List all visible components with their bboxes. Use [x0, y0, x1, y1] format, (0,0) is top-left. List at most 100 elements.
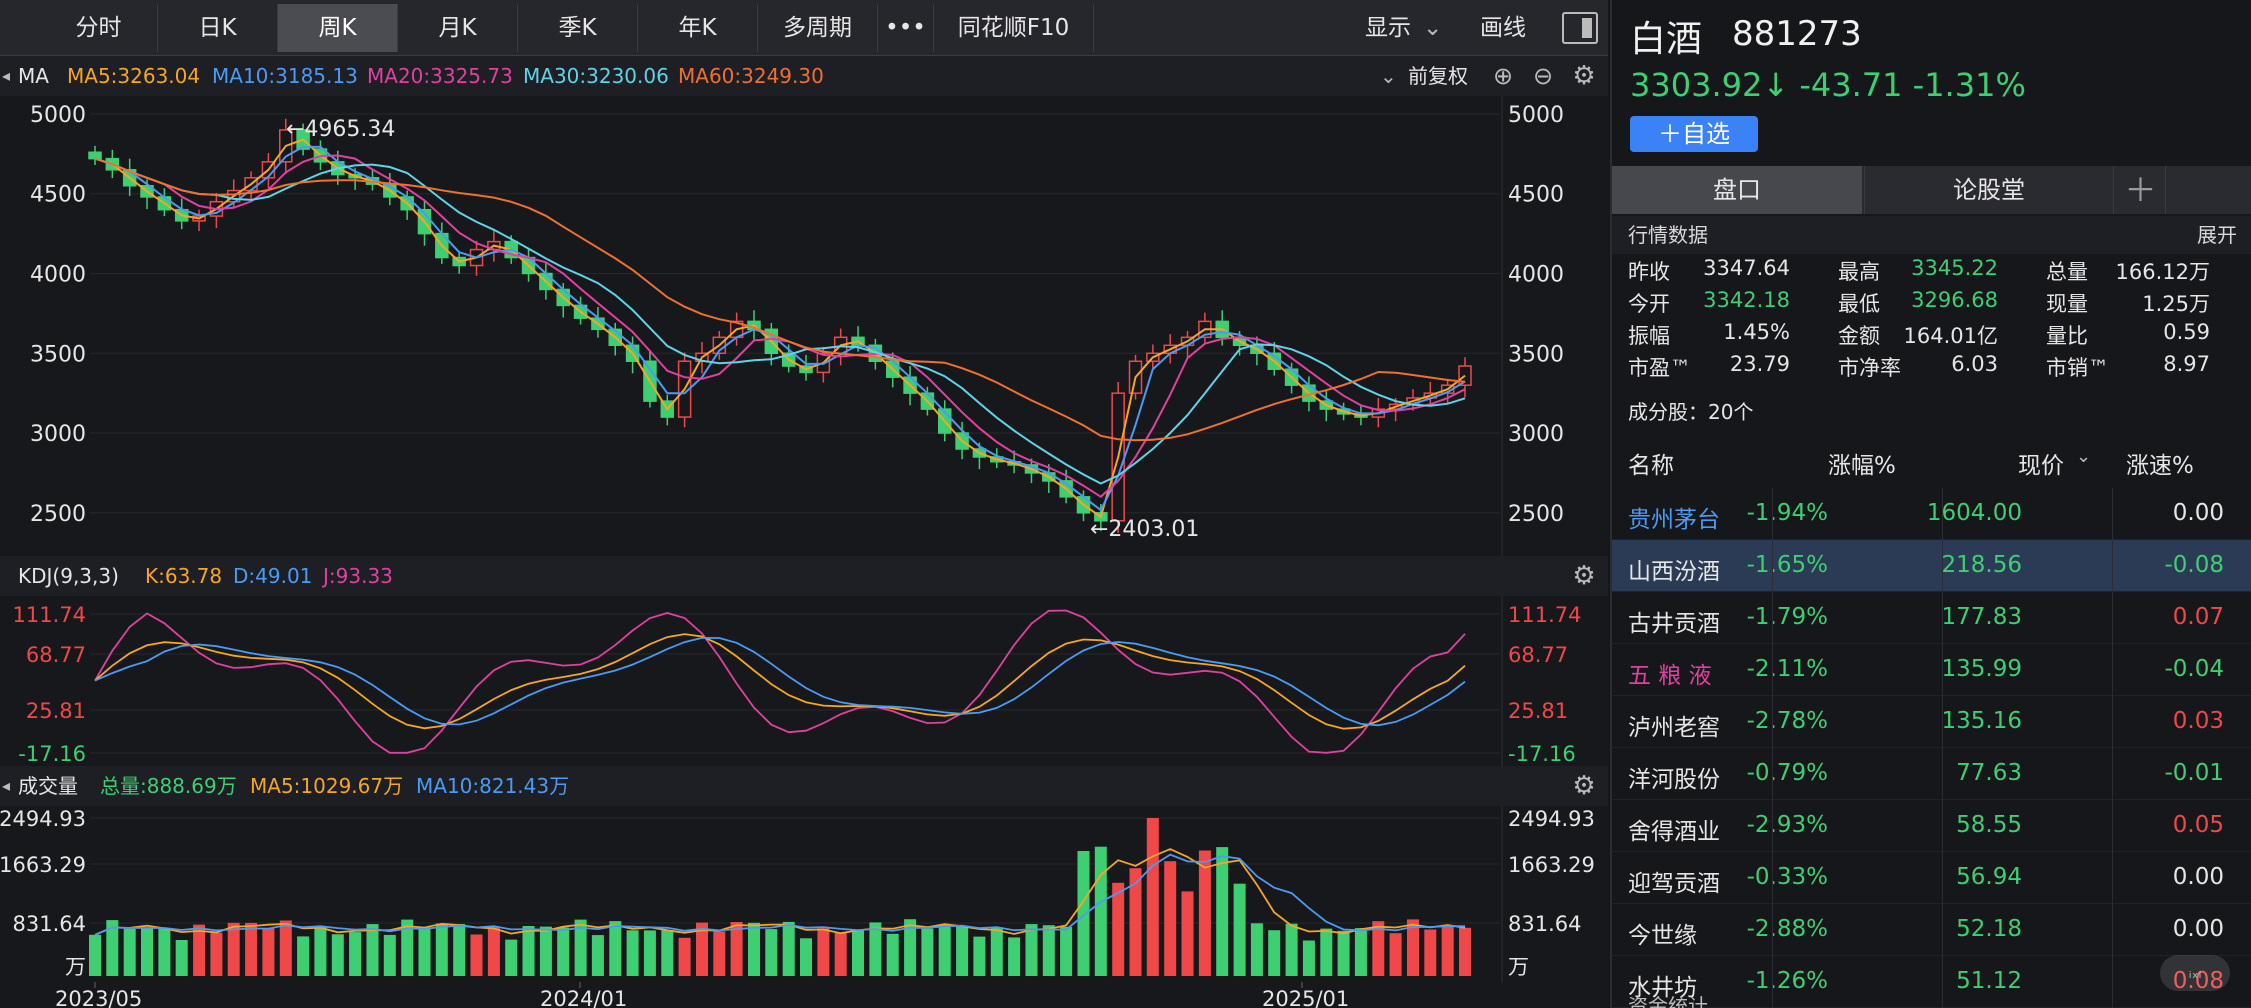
tab-multi-period[interactable]: 多周期: [758, 4, 878, 52]
col-change[interactable]: 涨幅%: [1828, 446, 1896, 480]
tab-week-k[interactable]: 周K: [278, 4, 398, 52]
expand-button[interactable]: 展开: [2197, 216, 2237, 254]
list-item[interactable]: 洋河股份 -0.79% 77.63 -0.01: [1612, 748, 2251, 800]
list-item[interactable]: 五 粮 液 -2.11% 135.99 -0.04: [1612, 644, 2251, 696]
volume-bar: [158, 928, 171, 976]
price-axis-label-left: 3000: [30, 422, 86, 447]
kdj-axis-label-right: -17.16: [1508, 742, 1576, 766]
stock-name-cell: 贵州茅台: [1628, 507, 1720, 533]
column-divider: [2112, 800, 2113, 852]
chevron-down-icon[interactable]: ⌄: [1380, 56, 1397, 96]
volume-bar: [210, 932, 223, 976]
change-cell: -2.93%: [1746, 812, 1828, 838]
volume-bar: [1042, 925, 1055, 976]
volume-bar: [1025, 924, 1038, 976]
column-divider: [1772, 540, 1773, 592]
candlestick-chart[interactable]: 5000 5000 4500 4500 4000 4000 3500 3500 3000 3000…: [0, 96, 1608, 556]
display-dropdown[interactable]: 显示 ⌄: [1365, 4, 1442, 52]
add-favorite-button[interactable]: ＋自选: [1630, 116, 1758, 152]
tab-day-k[interactable]: 日K: [158, 4, 278, 52]
tab-fenshi[interactable]: 分时: [40, 4, 158, 52]
draw-line-button[interactable]: 画线: [1480, 4, 1526, 52]
column-divider: [1942, 748, 1943, 800]
list-item[interactable]: 泸州老窖 -2.78% 135.16 0.03: [1612, 696, 2251, 748]
volume-bar: [1441, 926, 1454, 976]
gear-icon[interactable]: ⚙: [1571, 773, 1597, 799]
column-divider: [1942, 540, 1943, 592]
ma-line-4: [94, 157, 1466, 442]
panel-toggle-icon[interactable]: [1562, 12, 1598, 44]
price-cell: 177.83: [1941, 604, 2022, 630]
volume-bar: [886, 933, 899, 976]
col-speed[interactable]: 涨速%: [2126, 446, 2194, 480]
change-cell: -2.78%: [1746, 708, 1828, 734]
volume-bar: [956, 925, 969, 976]
tab-month-k[interactable]: 月K: [398, 4, 518, 52]
column-divider: [2112, 852, 2113, 904]
chart-area[interactable]: 分时 日K 周K 月K 季K 年K 多周期 ••• 同花顺F10 显示 ⌄ 画线 …: [0, 0, 1608, 1008]
price-change: 3303.92↓ -43.71 -1.31%: [1630, 66, 2026, 104]
quote-label: 振幅: [1628, 324, 1670, 348]
volume-chart[interactable]: 2494.93 2494.93 1663.29 1663.29 831.64 831.64…: [0, 806, 1608, 1008]
quote-header: 行情数据 展开: [1612, 216, 2251, 254]
gear-icon[interactable]: ⚙: [1571, 63, 1597, 89]
price-cell: 51.12: [1956, 968, 2022, 994]
list-header: 名称 涨幅% 现价 ⌄ 涨速%: [1612, 440, 2251, 480]
quote-value: 3342.18: [1703, 288, 1790, 312]
more-tabs-button[interactable]: •••: [878, 4, 934, 52]
volume-bar: [1008, 937, 1021, 976]
x-axis-label: 2025/01: [1262, 987, 1349, 1008]
volume-bar: [1233, 883, 1246, 976]
quote-value: 0.59: [2163, 320, 2210, 344]
quote-value: 166.12万: [2115, 260, 2210, 284]
list-item[interactable]: 舍得酒业 -2.93% 58.55 0.05: [1612, 800, 2251, 852]
col-name[interactable]: 名称: [1628, 446, 1674, 480]
column-divider: [2112, 592, 2113, 644]
tab-year-k[interactable]: 年K: [638, 4, 758, 52]
zoom-in-icon[interactable]: ⊕: [1490, 63, 1516, 89]
ma-title: MA: [18, 64, 49, 88]
volume-legend: ◂ 成交量 总量:888.69万 MA5:1029.67万 MA10:821.4…: [0, 766, 1608, 806]
zoom-out-icon[interactable]: ⊖: [1530, 63, 1556, 89]
volume-bar: [297, 936, 310, 976]
quote-label: 总量: [2046, 260, 2088, 284]
collapse-icon[interactable]: ◂: [2, 56, 10, 96]
kdj-chart[interactable]: 111.74 111.74 68.77 68.77 25.81 25.81 -17.16 -1…: [0, 596, 1608, 766]
adjust-mode-dropdown[interactable]: 前复权: [1408, 56, 1468, 96]
tab-forum[interactable]: 论股堂: [1864, 166, 2114, 214]
volume-bar: [349, 932, 362, 976]
list-item[interactable]: 山西汾酒 -1.65% 218.56 -0.08: [1612, 540, 2251, 592]
list-item[interactable]: 贵州茅台 -1.94% 1604.00 0.00: [1612, 488, 2251, 540]
stock-name-cell: 五 粮 液: [1628, 663, 1712, 689]
list-item[interactable]: 古井贡酒 -1.79% 177.83 0.07: [1612, 592, 2251, 644]
quote-label: 现量: [2046, 292, 2088, 316]
volume-bar: [175, 940, 188, 976]
sort-desc-icon[interactable]: ⌄: [2076, 446, 2091, 467]
list-item[interactable]: 今世缘 -2.88% 52.18 0.00: [1612, 904, 2251, 956]
column-divider: [1942, 956, 1943, 1008]
tab-pankou[interactable]: 盘口: [1612, 166, 1862, 214]
tab-quarter-k[interactable]: 季K: [518, 4, 638, 52]
change-cell: -0.79%: [1746, 760, 1828, 786]
gear-icon[interactable]: ⚙: [1571, 563, 1597, 589]
volume-bar: [713, 931, 726, 976]
list-item[interactable]: 迎驾贡酒 -0.33% 56.94 0.00: [1612, 852, 2251, 904]
column-divider: [1772, 904, 1773, 956]
x-axis-label: 2023/05: [55, 987, 142, 1008]
tab-f10[interactable]: 同花顺F10: [934, 4, 1094, 52]
volume-bar: [314, 926, 327, 976]
volume-bar: [800, 938, 812, 976]
kdj-k-label: K:63.78: [145, 564, 223, 588]
volume-bar: [1250, 923, 1263, 976]
volume-bar: [1146, 818, 1159, 976]
quote-label: 最低: [1838, 292, 1880, 316]
col-price[interactable]: 现价: [2018, 446, 2064, 480]
change-cell: -2.88%: [1746, 916, 1828, 942]
change-cell: -1.94%: [1746, 500, 1828, 526]
price-axis-label-left: 3500: [30, 342, 86, 367]
stock-name: 白酒: [1630, 19, 1703, 60]
collapse-icon[interactable]: ◂: [2, 766, 10, 806]
price-cell: 58.55: [1956, 812, 2022, 838]
add-tab-button[interactable]: ＋: [2116, 166, 2166, 214]
column-divider: [1772, 748, 1773, 800]
